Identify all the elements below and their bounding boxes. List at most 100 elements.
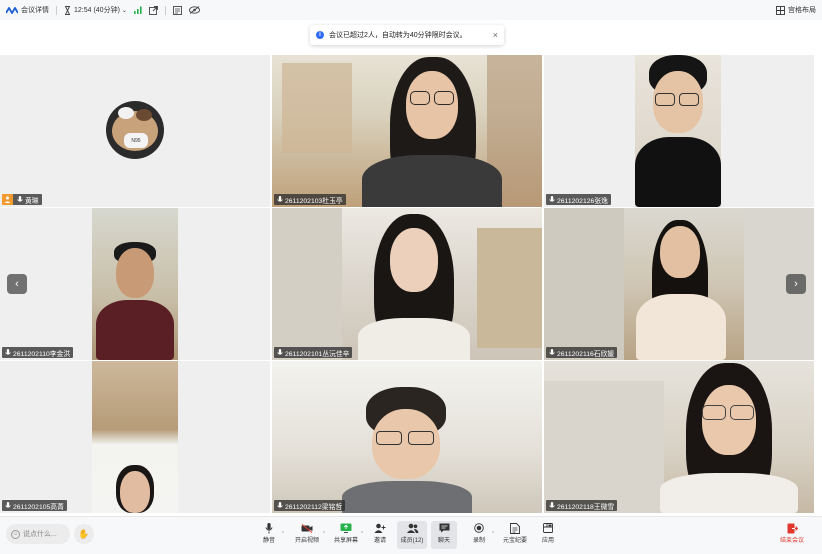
start-video-button[interactable]: 开启视频 [294, 521, 320, 549]
microphone-icon [275, 195, 284, 204]
participant-video [660, 363, 798, 513]
participant-video [635, 55, 721, 207]
participant-name-label: 2611202105高菁 [2, 500, 67, 511]
start-video-label: 开启视频 [294, 538, 319, 544]
invite-button[interactable]: 邀请 [371, 521, 389, 549]
host-icon [2, 194, 13, 205]
close-icon[interactable]: × [493, 30, 498, 40]
grid-layout-icon [776, 5, 785, 15]
apps-label: 应用 [541, 538, 554, 544]
external-window-icon [149, 5, 158, 15]
ai-notes-icon [510, 521, 520, 535]
participant-name: 2611202112梁铭哲 [285, 503, 343, 511]
avatar: N95 [106, 101, 164, 159]
microphone-icon [275, 348, 284, 357]
participant-tile[interactable]: 2611202105高菁 [0, 361, 270, 513]
participant-tile[interactable]: 2611202118王微雪 [544, 361, 814, 513]
divider [56, 5, 57, 15]
microphone-icon [547, 348, 556, 357]
chat-quick-input[interactable]: ☺ 说点什么... [6, 524, 70, 544]
share-screen-button[interactable]: 共享屏幕 [333, 521, 359, 549]
tencent-meeting-logo-icon [6, 6, 18, 14]
participant-tile[interactable]: 2611202103杜玉亭 [272, 55, 542, 207]
layout-label: 宫格布局 [788, 7, 816, 14]
bottom-toolbar: ☺ 说点什么... ✋ 静音 ⌃ 开启视频 ⌃ 共享屏幕 ⌃ 邀请 成员(12) [0, 516, 822, 554]
mute-label: 静音 [262, 538, 275, 544]
participant-name-label: 2611202126张逸 [546, 194, 611, 205]
participant-tile[interactable]: 2611202112梁铭哲 [272, 361, 542, 513]
participant-name: 2611202110李金洪 [13, 350, 71, 358]
apps-button[interactable]: 应用 [539, 521, 557, 549]
ai-summary-button[interactable]: 元宝纪要 [502, 521, 528, 549]
video-grid: N95 黄琳 2611202103杜玉亭 2611202126张逸 261120… [0, 55, 814, 514]
timer-text: 12:54 (40分钟) [74, 7, 120, 14]
participant-name: 2611202116石欣媛 [557, 350, 615, 358]
notes-button[interactable] [173, 5, 182, 15]
participant-name: 2611202101丛沅佳辛 [285, 350, 350, 358]
meeting-details-button[interactable]: 会议详情 [6, 5, 49, 15]
chevron-down-icon: ⌄ [121, 7, 127, 14]
hide-button[interactable] [189, 6, 200, 14]
participant-name-label: 2611202118王微雪 [546, 500, 618, 511]
ai-summary-label: 元宝纪要 [502, 538, 527, 544]
share-screen-icon [340, 521, 352, 535]
microphone-icon [15, 195, 24, 204]
participant-name: 黄琳 [25, 197, 39, 205]
chat-button[interactable]: 聊天 [431, 521, 457, 549]
participant-tile[interactable]: N95 黄琳 [0, 55, 270, 207]
chevron-up-icon[interactable]: ⌃ [322, 531, 326, 537]
members-button[interactable]: 成员(12) [397, 521, 427, 549]
chevron-up-icon[interactable]: ⌃ [491, 531, 495, 537]
participant-video [342, 387, 472, 513]
notification-toast: i 会议已超过2人，自动转为40分钟限时会议。 × [310, 25, 504, 45]
participant-name: 2611202105高菁 [13, 503, 64, 511]
participant-tile[interactable]: 2611202101丛沅佳辛 [272, 208, 542, 360]
participant-tile[interactable]: 2611202110李金洪 [0, 208, 270, 360]
chat-placeholder: 说点什么... [23, 531, 57, 538]
participant-name-label: 2611202103杜玉亭 [274, 194, 346, 205]
avatar-mask-text: N95 [124, 133, 148, 148]
participant-name-label: 黄琳 [2, 194, 42, 205]
microphone-icon [547, 501, 556, 510]
record-button[interactable]: 录制 [470, 521, 488, 549]
add-user-icon [374, 521, 386, 535]
top-bar: 会议详情 12:54 (40分钟) ⌄ 宫格布局 [0, 0, 822, 20]
leave-icon [787, 521, 798, 535]
end-meeting-button[interactable]: 结束会议 [778, 521, 806, 549]
microphone-icon [275, 501, 284, 510]
participant-name-label: 2611202110李金洪 [2, 347, 74, 358]
popout-button[interactable] [149, 5, 158, 15]
chevron-up-icon[interactable]: ⌃ [281, 531, 285, 537]
mute-button[interactable]: 静音 [260, 521, 278, 549]
video-off-icon [301, 521, 313, 535]
hand-icon: ✋ [78, 528, 90, 539]
hourglass-icon [64, 5, 71, 15]
raise-hand-button[interactable]: ✋ [74, 524, 94, 544]
participant-name-label: 2611202116石欣媛 [546, 347, 618, 358]
participant-tile[interactable]: 2611202126张逸 [544, 55, 814, 207]
toast-message: 会议已超过2人，自动转为40分钟限时会议。 [329, 32, 467, 39]
chat-icon [439, 521, 450, 535]
smile-icon: ☺ [11, 529, 20, 539]
record-label: 录制 [472, 538, 485, 544]
participant-name-label: 2611202101丛沅佳辛 [274, 347, 353, 358]
participant-tile[interactable]: 2611202116石欣媛 [544, 208, 814, 360]
layout-button[interactable]: 宫格布局 [776, 5, 816, 15]
participant-video [92, 361, 178, 513]
chevron-up-icon[interactable]: ⌃ [360, 531, 364, 537]
record-icon [474, 521, 484, 535]
meeting-timer[interactable]: 12:54 (40分钟) ⌄ [64, 5, 127, 15]
invite-label: 邀请 [373, 538, 386, 544]
prev-page-button[interactable]: ‹ [7, 274, 27, 294]
members-label: 成员(12) [400, 538, 424, 544]
meeting-details-label: 会议详情 [21, 7, 49, 14]
next-page-button[interactable]: › [786, 274, 806, 294]
chat-label: 聊天 [437, 538, 450, 544]
members-icon [406, 521, 419, 535]
divider [164, 5, 166, 15]
microphone-icon [3, 348, 12, 357]
microphone-icon [3, 501, 12, 510]
eye-off-icon [189, 6, 200, 14]
network-signal[interactable] [133, 6, 142, 14]
share-screen-label: 共享屏幕 [333, 538, 358, 544]
